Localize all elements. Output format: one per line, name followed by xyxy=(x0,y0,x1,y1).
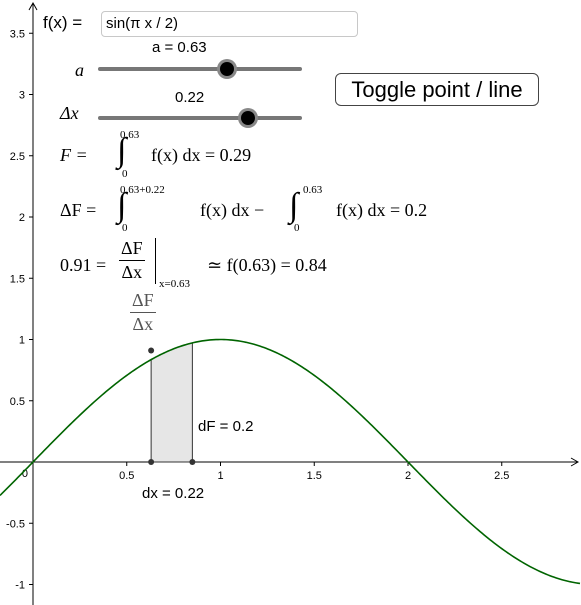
y-tick-label: -1 xyxy=(15,580,25,592)
y-tick-label: -0.5 xyxy=(6,518,25,530)
slider-dx-value: 0.22 xyxy=(175,89,205,106)
slider-a-symbol: a xyxy=(75,60,84,80)
y-tick-label: 2.5 xyxy=(10,151,25,163)
y-tick-label: 1 xyxy=(19,335,25,347)
slider-dx-track[interactable] xyxy=(98,116,302,120)
point-a[interactable] xyxy=(148,459,155,465)
y-tick-label: 3 xyxy=(19,90,25,102)
slider-a-track[interactable] xyxy=(98,67,302,71)
y-tick-label: 3.5 xyxy=(10,28,25,40)
dx-label: dx = 0.22 xyxy=(142,485,205,502)
x-tick-label: 1 xyxy=(217,470,223,482)
x-tick-label: 2 xyxy=(405,470,411,482)
y-tick-label: 1.5 xyxy=(10,273,25,285)
x-tick-label: 0.5 xyxy=(119,470,134,482)
integral-sign: ∫ xyxy=(289,187,299,224)
x-tick-label: 2.5 xyxy=(494,470,509,482)
df-label: dF = 0.2 xyxy=(198,418,254,435)
y-tick-label: 0.5 xyxy=(10,396,25,408)
y-tick-label: 2 xyxy=(19,212,25,224)
x-tick-label: 1.5 xyxy=(307,470,322,482)
toggle-point-line-button[interactable]: Toggle point / line xyxy=(335,73,539,106)
evaluation-bar xyxy=(155,238,156,284)
delta-f-region xyxy=(150,342,193,463)
function-label: f(x) = xyxy=(43,13,83,32)
slider-a-value: a = 0.63 xyxy=(152,39,207,56)
point-label-fraction: ΔF Δx xyxy=(130,290,156,334)
slider-dx-symbol: Δx xyxy=(60,103,79,123)
ratio-point[interactable] xyxy=(148,347,155,354)
point-a-plus-dx[interactable] xyxy=(189,459,196,465)
fraction-delta-f-over-delta-x: ΔF Δx xyxy=(119,238,145,282)
slider-dx-knob[interactable] xyxy=(240,111,255,125)
slider-a-knob[interactable] xyxy=(219,62,234,76)
function-input[interactable]: sin(π x / 2) xyxy=(101,11,358,37)
function-curve[interactable] xyxy=(0,338,581,585)
